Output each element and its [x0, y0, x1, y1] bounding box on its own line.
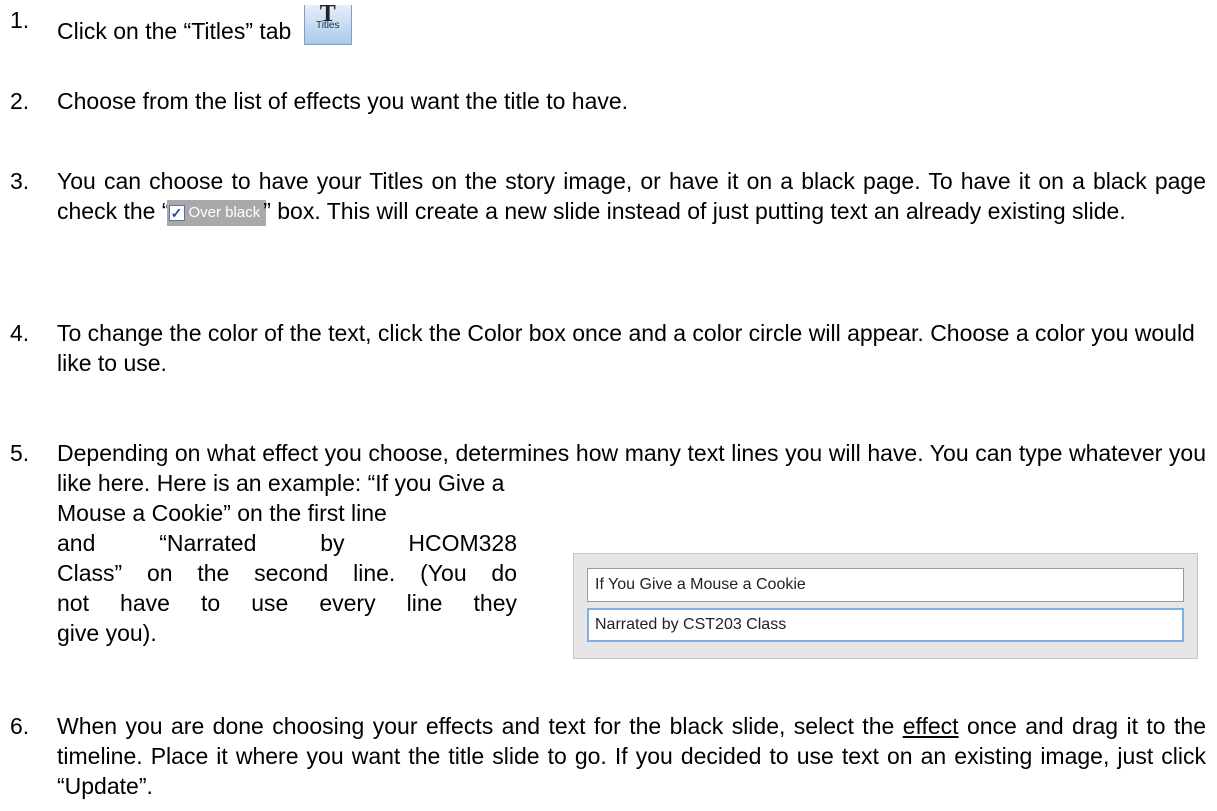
step-text-line: Class” on the second line. (You do	[57, 560, 517, 586]
step-text-line: give you).	[57, 620, 157, 646]
step-text: When you are done choosing your effects …	[57, 713, 903, 739]
title-line-1-field[interactable]: If You Give a Mouse a Cookie	[587, 568, 1184, 602]
step-text: Click on the “Titles” tab	[57, 18, 292, 44]
step-text-underlined: effect	[902, 713, 959, 739]
step-2: 2. Choose from the list of effects you w…	[10, 86, 1206, 116]
step-text: ” box. This will create a new slide inst…	[263, 198, 1126, 224]
title-line-2-field[interactable]: Narrated by CST203 Class	[587, 608, 1184, 642]
step-number: 2.	[10, 88, 30, 114]
step-number: 4.	[10, 320, 30, 346]
step-number: 1.	[10, 7, 30, 33]
step-number: 3.	[10, 168, 30, 194]
step-number: 6.	[10, 713, 30, 739]
step-4: 4. To change the color of the text, clic…	[10, 318, 1206, 378]
text-lines-example: If You Give a Mouse a Cookie Narrated by…	[573, 553, 1198, 659]
over-black-label: Over black	[188, 203, 261, 221]
over-black-checkbox: ✓ Over black	[166, 199, 267, 226]
titles-tab-label: Titles	[315, 20, 340, 31]
step-text: To change the color of the text, click t…	[57, 320, 1195, 376]
step-number: 5.	[10, 440, 30, 466]
step-6: 6. When you are done choosing your effec…	[10, 711, 1206, 801]
step-1: 1. Click on the “Titles” tab T Titles	[10, 1, 1206, 46]
step-3: 3. You can choose to have your Titles on…	[10, 166, 1206, 226]
step-text-line: Mouse a Cookie” on the first line	[57, 500, 387, 526]
step-text: Depending on what effect you choose, det…	[57, 440, 1206, 496]
checkmark-icon: ✓	[168, 204, 185, 221]
step-text-line: not have to use every line they	[57, 590, 517, 616]
step-text: Choose from the list of effects you want…	[57, 88, 629, 114]
titles-tab-icon: T Titles	[303, 1, 352, 45]
step-text-line: and “Narrated by HCOM328	[57, 530, 517, 556]
